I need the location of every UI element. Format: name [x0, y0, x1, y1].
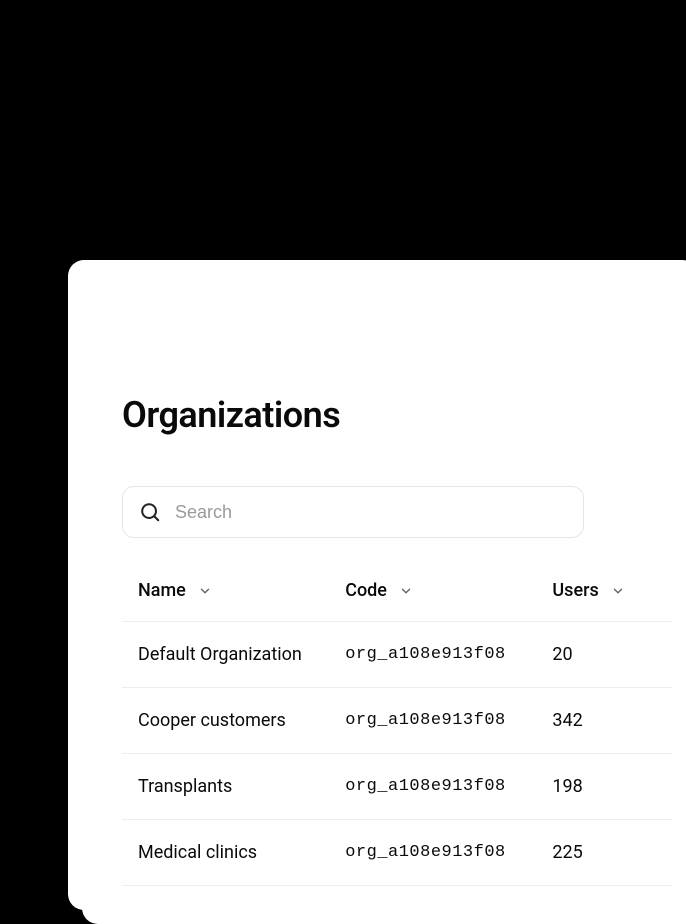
- organizations-table: Name Code Users: [122, 580, 672, 886]
- table-row[interactable]: Default Organization org_a108e913f08 20: [122, 622, 672, 688]
- chevron-down-icon: [198, 584, 212, 598]
- cell-users: 342: [552, 710, 656, 731]
- search-input[interactable]: [175, 502, 567, 523]
- cell-users: 198: [552, 776, 656, 797]
- organizations-card: Organizations Name Code: [82, 274, 686, 924]
- cell-name: Cooper customers: [138, 710, 345, 731]
- table-row[interactable]: Medical clinics org_a108e913f08 225: [122, 820, 672, 886]
- cell-name: Default Organization: [138, 644, 345, 665]
- chevron-down-icon: [611, 584, 625, 598]
- cell-code: org_a108e913f08: [345, 711, 552, 730]
- cell-code: org_a108e913f08: [345, 645, 552, 664]
- chevron-down-icon: [399, 584, 413, 598]
- table-body: Default Organization org_a108e913f08 20 …: [122, 622, 672, 886]
- column-label: Name: [138, 580, 186, 601]
- table-header: Name Code Users: [122, 580, 672, 622]
- cell-name: Transplants: [138, 776, 345, 797]
- column-header-code[interactable]: Code: [345, 580, 552, 601]
- column-header-users[interactable]: Users: [552, 580, 656, 601]
- search-icon: [139, 501, 161, 523]
- cell-users: 225: [552, 842, 656, 863]
- page-title: Organizations: [122, 394, 672, 436]
- cell-code: org_a108e913f08: [345, 843, 552, 862]
- cell-users: 20: [552, 644, 656, 665]
- table-row[interactable]: Cooper customers org_a108e913f08 342: [122, 688, 672, 754]
- column-label: Users: [552, 580, 598, 601]
- column-header-name[interactable]: Name: [138, 580, 345, 601]
- search-field[interactable]: [122, 486, 584, 538]
- cell-name: Medical clinics: [138, 842, 345, 863]
- table-row[interactable]: Transplants org_a108e913f08 198: [122, 754, 672, 820]
- column-label: Code: [345, 580, 387, 601]
- cell-code: org_a108e913f08: [345, 777, 552, 796]
